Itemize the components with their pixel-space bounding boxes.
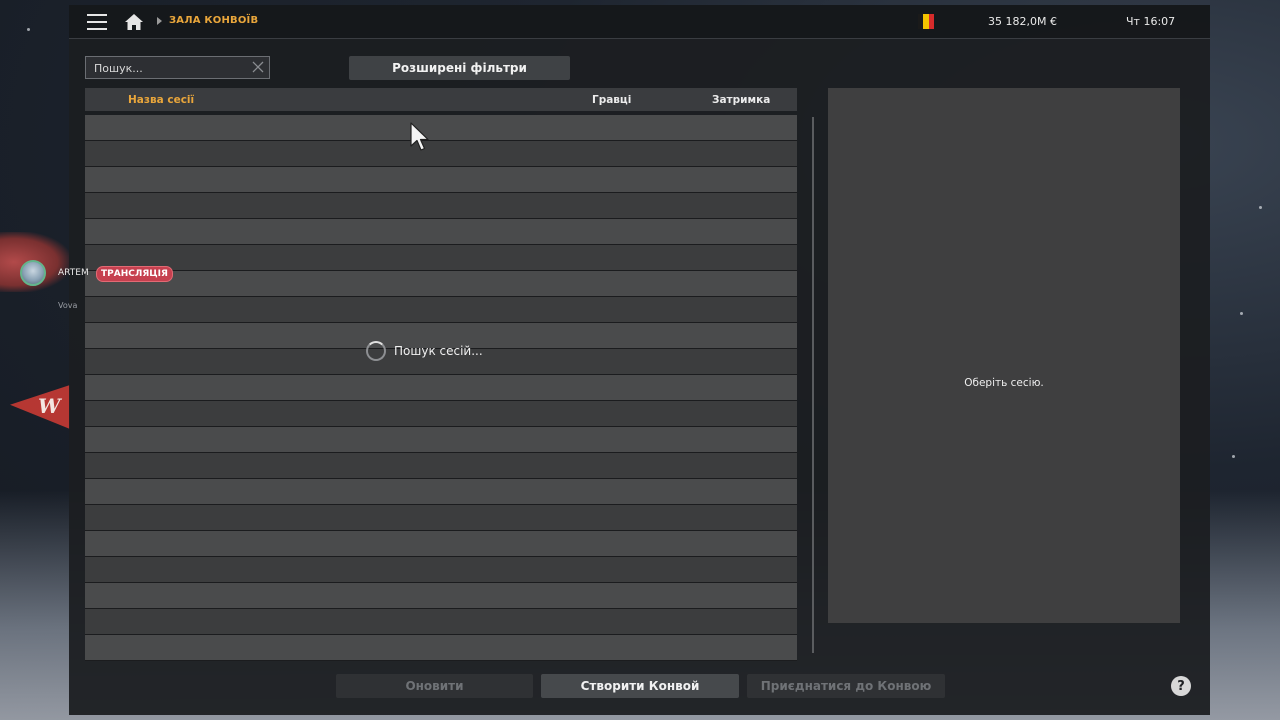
loading-indicator: Пошук сесій... xyxy=(366,341,483,361)
game-clock: Чт 16:07 xyxy=(1126,15,1176,28)
table-row[interactable] xyxy=(85,115,797,141)
background-star xyxy=(1232,455,1235,458)
table-row[interactable] xyxy=(85,297,797,323)
clear-icon[interactable] xyxy=(251,60,265,74)
stream-username: ARTEM xyxy=(58,268,89,278)
table-row[interactable] xyxy=(85,427,797,453)
help-icon[interactable]: ? xyxy=(1171,676,1191,696)
live-badge: ТРАНСЛЯЦІЯ xyxy=(96,266,173,282)
session-details-panel: Оберіть сесію. xyxy=(828,88,1180,623)
table-row[interactable] xyxy=(85,479,797,505)
home-icon[interactable] xyxy=(124,13,144,31)
table-row[interactable] xyxy=(85,245,797,271)
flag-stripe xyxy=(928,14,934,29)
sessions-table-header: Назва сесії Гравці Затримка xyxy=(85,88,797,111)
table-row[interactable] xyxy=(85,609,797,635)
breadcrumb-title: ЗАЛА КОНВОЇВ xyxy=(169,15,259,26)
table-row[interactable] xyxy=(85,271,797,297)
join-convoy-button[interactable]: Приєднатися до Конвою xyxy=(747,674,945,698)
convoy-hall-panel: ЗАЛА КОНВОЇВ 35 182,0M € Чт 16:07 Розшир… xyxy=(69,5,1210,715)
table-row[interactable] xyxy=(85,635,797,661)
table-row[interactable] xyxy=(85,453,797,479)
loading-text: Пошук сесій... xyxy=(394,344,483,358)
table-row[interactable] xyxy=(85,375,797,401)
money-balance: 35 182,0M € xyxy=(988,15,1057,28)
table-row[interactable] xyxy=(85,557,797,583)
top-bar: ЗАЛА КОНВОЇВ 35 182,0M € Чт 16:07 xyxy=(69,5,1210,39)
advanced-filters-button[interactable]: Розширені фільтри xyxy=(349,56,570,80)
column-header-players[interactable]: Гравці xyxy=(592,94,631,106)
avatar xyxy=(20,260,46,286)
breadcrumb-chevron-icon xyxy=(157,17,162,25)
table-row[interactable] xyxy=(85,219,797,245)
search-box xyxy=(85,56,270,80)
table-row[interactable] xyxy=(85,505,797,531)
menu-icon[interactable] xyxy=(87,14,107,30)
stream-secondary-user: Vova xyxy=(58,301,78,310)
background-star xyxy=(1240,312,1243,315)
table-row[interactable] xyxy=(85,193,797,219)
spinner-icon xyxy=(366,341,386,361)
refresh-button[interactable]: Оновити xyxy=(336,674,533,698)
table-row[interactable] xyxy=(85,531,797,557)
column-header-session-name[interactable]: Назва сесії xyxy=(128,94,194,106)
table-row[interactable] xyxy=(85,167,797,193)
search-input[interactable] xyxy=(86,57,256,80)
table-row[interactable] xyxy=(85,141,797,167)
sessions-table-body xyxy=(85,115,797,661)
mouse-cursor-icon xyxy=(410,122,429,151)
table-row[interactable] xyxy=(85,583,797,609)
details-empty-text: Оберіть сесію. xyxy=(964,377,1044,389)
background-star xyxy=(1259,206,1262,209)
country-flag-icon xyxy=(918,14,934,29)
background-sign-letter: W xyxy=(38,394,61,418)
scrollbar[interactable] xyxy=(812,117,814,653)
column-header-latency[interactable]: Затримка xyxy=(712,94,770,106)
create-convoy-button[interactable]: Створити Конвой xyxy=(541,674,739,698)
table-row[interactable] xyxy=(85,401,797,427)
background-star xyxy=(27,28,30,31)
